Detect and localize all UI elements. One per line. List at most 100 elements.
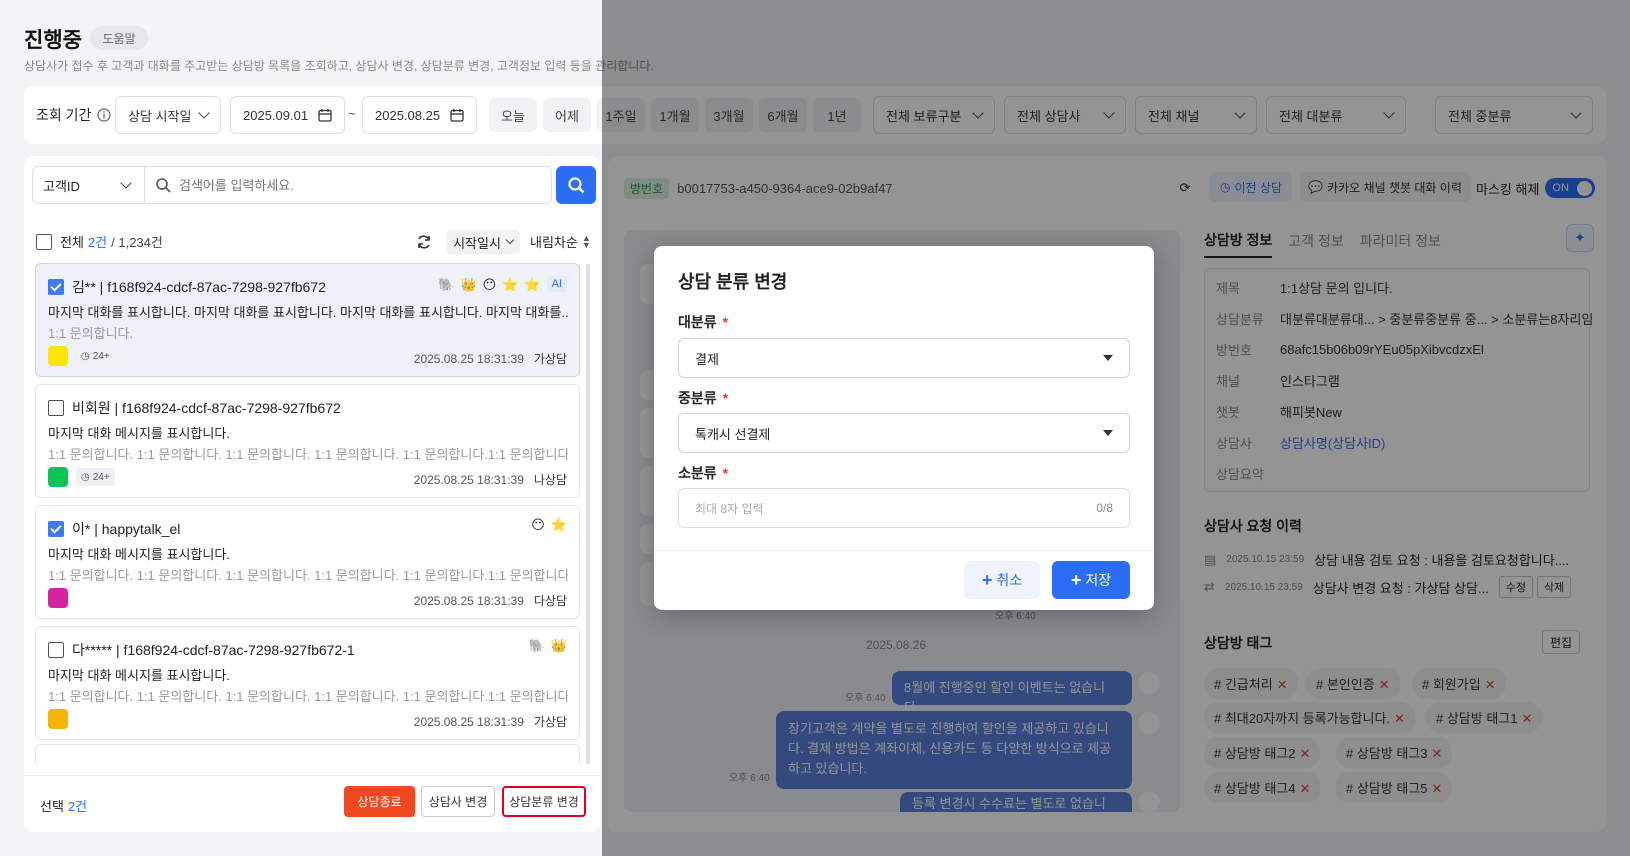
calendar-icon — [450, 109, 464, 122]
selected-label: 선택 — [40, 799, 64, 814]
item-checkbox[interactable] — [48, 642, 64, 658]
item-meta: ◷ 24+ — [48, 346, 115, 366]
end-consult-button[interactable]: 상담종료 — [344, 786, 415, 817]
list-item[interactable]: 이* | happytalk_el 😶 ⭐ 마지막 대화 메시지를 표시합니다. … — [35, 505, 580, 619]
status-icon: 😶 — [482, 276, 497, 292]
refresh-button[interactable] — [412, 230, 436, 254]
item-last-message: 마지막 대화 메시지를 표시합니다. — [48, 547, 230, 562]
l3-char-count: 0/8 — [1096, 501, 1113, 515]
item-footer: 2025.08.25 18:31:39 나상담 — [414, 471, 567, 488]
list-item[interactable]: 김** | f168f924-cdcf-87ac-7298-927fb672 🐘… — [35, 263, 580, 377]
item-sub-message: 1:1 문의합니다. 1:1 문의합니다. 1:1 문의합니다. 1:1 문의합… — [48, 447, 568, 462]
l2-value: 톡캐시 선결제 — [695, 426, 771, 442]
date-from-input[interactable]: 2025.09.01 — [230, 96, 345, 134]
item-customer: 이* | happytalk_el — [72, 521, 181, 537]
page-title: 진행중 — [24, 29, 82, 52]
item-date: 2025.08.25 18:31:39 — [413, 593, 524, 608]
l3-input[interactable]: 최대 8자 입력 0/8 — [678, 488, 1130, 528]
chevron-down-icon — [198, 107, 210, 119]
item-agent: 가상담 — [533, 352, 567, 366]
required-mark: * — [722, 314, 729, 330]
item-header: 다***** | f168f924-cdcf-87ac-7298-927fb67… — [48, 640, 355, 660]
selected-count: 2건 — [67, 799, 88, 814]
item-icons: 😶 ⭐ — [531, 518, 567, 531]
modal-save-label: 저장 — [1085, 572, 1112, 588]
item-icons: 🐘 👑 — [529, 639, 567, 652]
l2-label: 중분류 — [678, 390, 717, 406]
required-mark: * — [722, 390, 729, 406]
search-box: 고객ID — [32, 166, 552, 204]
duration-value: 24+ — [92, 350, 110, 362]
list-total: / 1,234건 — [111, 235, 163, 250]
item-meta — [48, 709, 68, 729]
item-meta — [48, 588, 68, 608]
l1-value: 결제 — [695, 351, 719, 367]
change-agent-button[interactable]: 상담사 변경 — [421, 786, 495, 817]
list-count: 2건 — [87, 235, 108, 250]
l1-label-row: 대분류 * — [678, 312, 728, 332]
period-type-select[interactable]: 상담 시작일 — [115, 96, 221, 134]
line-channel-icon — [48, 467, 68, 487]
selected-summary: 선택 2건 — [40, 796, 87, 815]
list-item-partial — [35, 744, 580, 764]
status-icon: 👑 — [550, 638, 567, 653]
status-icon: 🐘 — [528, 638, 545, 653]
search-type-value: 고객ID — [43, 178, 80, 194]
l1-select[interactable]: 결제 — [678, 338, 1130, 378]
period-label: 조회 기간 — [36, 107, 92, 123]
item-header: 비회원 | f168f924-cdcf-87ac-7298-927fb672 — [48, 398, 341, 418]
list-scrollbar[interactable] — [586, 264, 590, 764]
item-header: 이* | happytalk_el — [48, 519, 180, 539]
period-type-value: 상담 시작일 — [128, 108, 192, 124]
list-item[interactable]: 다***** | f168f924-cdcf-87ac-7298-927fb67… — [35, 626, 580, 740]
instagram-channel-icon — [48, 588, 68, 608]
modal-cancel-button[interactable]: + 취소 — [964, 561, 1040, 599]
item-checkbox[interactable] — [48, 279, 64, 295]
l2-select[interactable]: 톡캐시 선결제 — [678, 413, 1130, 453]
select-all-row: 전체 2건 / 1,234건 — [36, 232, 163, 251]
item-sub-message: 1:1 문의합니다. 1:1 문의합니다. 1:1 문의합니다. 1:1 문의합… — [48, 568, 568, 583]
date-to-input[interactable]: 2025.08.25 — [362, 96, 477, 134]
info-icon[interactable] — [97, 108, 112, 122]
select-all-checkbox[interactable] — [36, 233, 52, 250]
item-customer: 다***** | f168f924-cdcf-87ac-7298-927fb67… — [72, 642, 355, 658]
caret-down-icon — [1103, 355, 1113, 361]
modal-divider — [654, 550, 1154, 551]
category-change-modal: 상담 분류 변경 대분류 * 결제 중분류 * 톡캐시 선결제 소분류 * 최대 8자… — [654, 246, 1154, 610]
search-button[interactable] — [556, 166, 596, 204]
refresh-icon — [418, 235, 430, 249]
duration-badge: ◷ 24+ — [76, 468, 115, 486]
all-label: 전체 — [60, 235, 84, 250]
l3-placeholder: 최대 8자 입력 — [695, 501, 764, 516]
quick-yesterday[interactable]: 어제 — [543, 98, 591, 132]
sort-field-value: 시작일시 — [453, 235, 501, 251]
item-date: 2025.08.25 18:31:39 — [413, 714, 524, 729]
duration-value: 24+ — [92, 471, 110, 483]
item-agent: 다상담 — [533, 594, 567, 608]
item-last-message: 마지막 대화 메시지를 표시합니다. — [48, 426, 230, 441]
quick-today[interactable]: 오늘 — [489, 98, 537, 132]
modal-cancel-label: 취소 — [996, 572, 1023, 588]
item-sub-message: 1:1 문의합니다. 1:1 문의합니다. 1:1 문의합니다. 1:1 문의합… — [48, 689, 568, 704]
ai-badge: AI — [546, 276, 567, 292]
modal-save-button[interactable]: + 저장 — [1052, 561, 1130, 599]
item-customer: 비회원 | f168f924-cdcf-87ac-7298-927fb672 — [72, 400, 341, 416]
help-button[interactable]: 도움말 — [90, 26, 148, 50]
search-input[interactable] — [179, 177, 539, 193]
sort-field-select[interactable]: 시작일시 — [446, 230, 520, 254]
search-icon — [568, 177, 585, 194]
list-item[interactable]: 비회원 | f168f924-cdcf-87ac-7298-927fb672 마… — [35, 384, 580, 498]
sort-order-toggle[interactable]: 내림차순 ▲ ▼ — [530, 232, 591, 251]
plus-icon: + — [1070, 569, 1082, 590]
date-to-value: 2025.08.25 — [375, 107, 441, 123]
l1-label: 대분류 — [678, 314, 717, 330]
date-separator: ~ — [348, 106, 356, 121]
item-checkbox[interactable] — [48, 521, 64, 537]
happytalk-channel-icon — [48, 709, 68, 729]
search-type-select[interactable]: 고객ID — [33, 167, 145, 203]
item-checkbox[interactable] — [48, 400, 64, 416]
change-category-button[interactable]: 상담분류 변경 — [502, 786, 586, 817]
modal-title: 상담 분류 변경 — [678, 272, 788, 292]
item-date: 2025.08.25 18:31:39 — [413, 472, 524, 487]
chevron-down-icon — [120, 177, 132, 189]
